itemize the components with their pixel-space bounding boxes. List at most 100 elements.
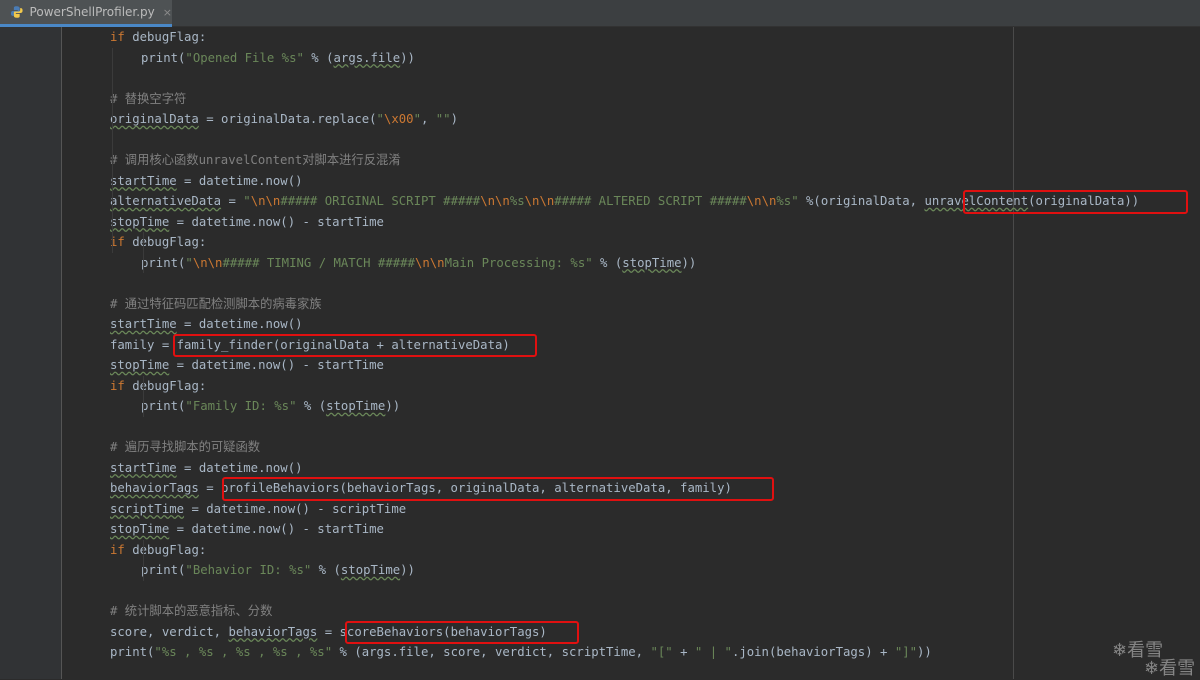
tab-powershellprofiler[interactable]: PowerShellProfiler.py × xyxy=(0,0,172,27)
code-text: print("\n\n##### TIMING / MATCH #####\n\… xyxy=(141,253,696,274)
code-token: # 通过特征码匹配检测脚本的病毒家族 xyxy=(110,296,322,311)
code-token: \n\n xyxy=(414,255,445,270)
code-line[interactable]: 1742if debugFlag: xyxy=(62,376,1200,397)
highlight-scorebehaviors xyxy=(345,620,579,644)
code-line[interactable]: 1749stopTime = datetime.now() - startTim… xyxy=(62,519,1200,540)
code-line[interactable]: 1753# 统计脚本的恶意指标、分数 xyxy=(62,601,1200,622)
code-editor[interactable]: 1725if debugFlag:1726print("Opened File … xyxy=(62,27,1200,679)
code-token: if xyxy=(110,30,133,44)
code-line[interactable]: 1743print("Family ID: %s" % (stopTime)) xyxy=(62,396,1200,417)
code-line[interactable]: 1732startTime = datetime.now() xyxy=(62,171,1200,192)
code-token: \n\n xyxy=(250,194,281,208)
code-text: scriptTime = datetime.now() - scriptTime xyxy=(110,499,406,520)
code-token: %s" xyxy=(776,194,799,208)
highlight-family-finder xyxy=(173,333,537,357)
code-token: "[" xyxy=(650,645,673,659)
code-text: stopTime = datetime.now() - startTime xyxy=(110,519,384,540)
indent-guide xyxy=(143,539,144,581)
code-token: \n\n xyxy=(192,255,223,270)
code-line[interactable]: 1735if debugFlag: xyxy=(62,232,1200,253)
code-line[interactable]: 1751print("Behavior ID: %s" % (stopTime)… xyxy=(62,560,1200,581)
code-line[interactable]: 1730 xyxy=(62,130,1200,151)
code-token: args.file xyxy=(333,50,401,65)
code-line[interactable]: 1741stopTime = datetime.now() - startTim… xyxy=(62,355,1200,376)
code-line[interactable]: 1728# 替换空字符 xyxy=(62,89,1200,110)
code-token: \n\n xyxy=(524,194,555,208)
code-token: stopTime xyxy=(110,358,170,372)
code-token: # 调用核心函数unravelContent对脚本进行反混淆 xyxy=(110,153,401,167)
tab-label: PowerShellProfiler.py xyxy=(29,5,155,19)
code-line[interactable]: 1748scriptTime = datetime.now() - script… xyxy=(62,499,1200,520)
code-token: print( xyxy=(141,563,186,577)
code-text: startTime = datetime.now() xyxy=(110,458,303,479)
code-text: # 调用核心函数unravelContent对脚本进行反混淆 xyxy=(110,150,401,171)
code-line[interactable]: 1734stopTime = datetime.now() - startTim… xyxy=(62,212,1200,233)
code-token: , xyxy=(420,112,436,126)
code-line[interactable]: 1729originalData = originalData.replace(… xyxy=(62,109,1200,130)
code-line[interactable]: 1752 xyxy=(62,581,1200,602)
code-text: # 通过特征码匹配检测脚本的病毒家族 xyxy=(110,294,322,315)
code-text: startTime = datetime.now() xyxy=(110,171,303,192)
code-token: "]" xyxy=(894,645,918,659)
code-token: Main Processing: %s" xyxy=(444,255,593,270)
code-token: %s xyxy=(509,194,525,208)
code-token: " xyxy=(243,194,251,208)
code-token: print( xyxy=(141,399,186,413)
code-token: = datetime.now() xyxy=(176,173,303,188)
code-line[interactable]: 1731# 调用核心函数unravelContent对脚本进行反混淆 xyxy=(62,150,1200,171)
code-line[interactable]: 1736print("\n\n##### TIMING / MATCH ####… xyxy=(62,253,1200,274)
code-token: )) xyxy=(917,645,932,659)
line-number-gutter xyxy=(0,27,62,679)
code-token: "" xyxy=(435,112,451,126)
code-line[interactable]: 1739startTime = datetime.now() xyxy=(62,314,1200,335)
code-token: # 统计脚本的恶意指标、分数 xyxy=(110,604,273,618)
code-token: "Behavior ID: %s" xyxy=(185,563,312,577)
code-token: = datetime.now() - startTime xyxy=(169,214,384,229)
code-token: = originalData.replace( xyxy=(198,112,377,126)
code-text: stopTime = datetime.now() - startTime xyxy=(110,355,384,376)
code-line[interactable]: 1738# 通过特征码匹配检测脚本的病毒家族 xyxy=(62,294,1200,315)
code-line[interactable]: 1726print("Opened File %s" % (args.file)… xyxy=(62,48,1200,69)
code-token: %(originalData, xyxy=(798,194,925,208)
code-text: if debugFlag: xyxy=(110,232,206,253)
code-line[interactable]: 1756 xyxy=(62,663,1200,680)
code-token: = datetime.now() xyxy=(176,317,303,331)
code-line[interactable]: 1755print("%s , %s , %s , %s , %s" % (ar… xyxy=(62,642,1200,663)
code-text: print("Behavior ID: %s" % (stopTime)) xyxy=(141,560,415,581)
code-token: \n\n xyxy=(746,194,777,208)
python-file-icon xyxy=(10,6,23,18)
close-icon[interactable]: × xyxy=(163,6,172,19)
code-token: "%s , %s , %s , %s , %s" xyxy=(154,645,333,659)
code-line[interactable]: 1754score, verdict, behaviorTags = score… xyxy=(62,622,1200,643)
code-token: behaviorTags xyxy=(228,624,318,639)
code-token: print( xyxy=(141,50,186,65)
code-text: startTime = datetime.now() xyxy=(110,314,303,335)
code-text: # 统计脚本的恶意指标、分数 xyxy=(110,601,272,622)
code-token: )) xyxy=(400,50,415,65)
code-token: ##### ORIGINAL SCRIPT ##### xyxy=(280,194,481,208)
code-token: # 替换空字符 xyxy=(110,91,187,106)
code-token: "Opened File %s" xyxy=(185,50,304,65)
code-line[interactable]: 1745# 遍历寻找脚本的可疑函数 xyxy=(62,437,1200,458)
code-line[interactable]: 1725if debugFlag: xyxy=(62,27,1200,48)
code-token: )) xyxy=(385,399,401,413)
code-text: # 替换空字符 xyxy=(110,89,186,110)
code-token: stopTime xyxy=(340,563,401,577)
code-line[interactable]: 1744 xyxy=(62,417,1200,438)
code-line[interactable]: 1746startTime = datetime.now() xyxy=(62,458,1200,479)
editor-tab-bar: PowerShellProfiler.py × xyxy=(0,0,1200,27)
code-token: = datetime.now() - startTime xyxy=(169,522,384,536)
code-text: stopTime = datetime.now() - startTime xyxy=(110,212,384,233)
code-token: " xyxy=(185,255,193,270)
code-line[interactable]: 1727 xyxy=(62,68,1200,89)
code-line[interactable]: 1750if debugFlag: xyxy=(62,540,1200,561)
code-token: = datetime.now() - startTime xyxy=(169,358,384,372)
code-token: )) xyxy=(400,563,415,577)
code-token: stopTime xyxy=(326,399,386,413)
code-token: ##### TIMING / MATCH ##### xyxy=(222,255,415,270)
code-token: \n\n xyxy=(480,194,510,208)
code-text: originalData = originalData.replace("\x0… xyxy=(110,109,458,130)
code-line[interactable]: 1737 xyxy=(62,273,1200,294)
code-text: if debugFlag: xyxy=(110,376,206,397)
code-token: " xyxy=(376,112,384,126)
